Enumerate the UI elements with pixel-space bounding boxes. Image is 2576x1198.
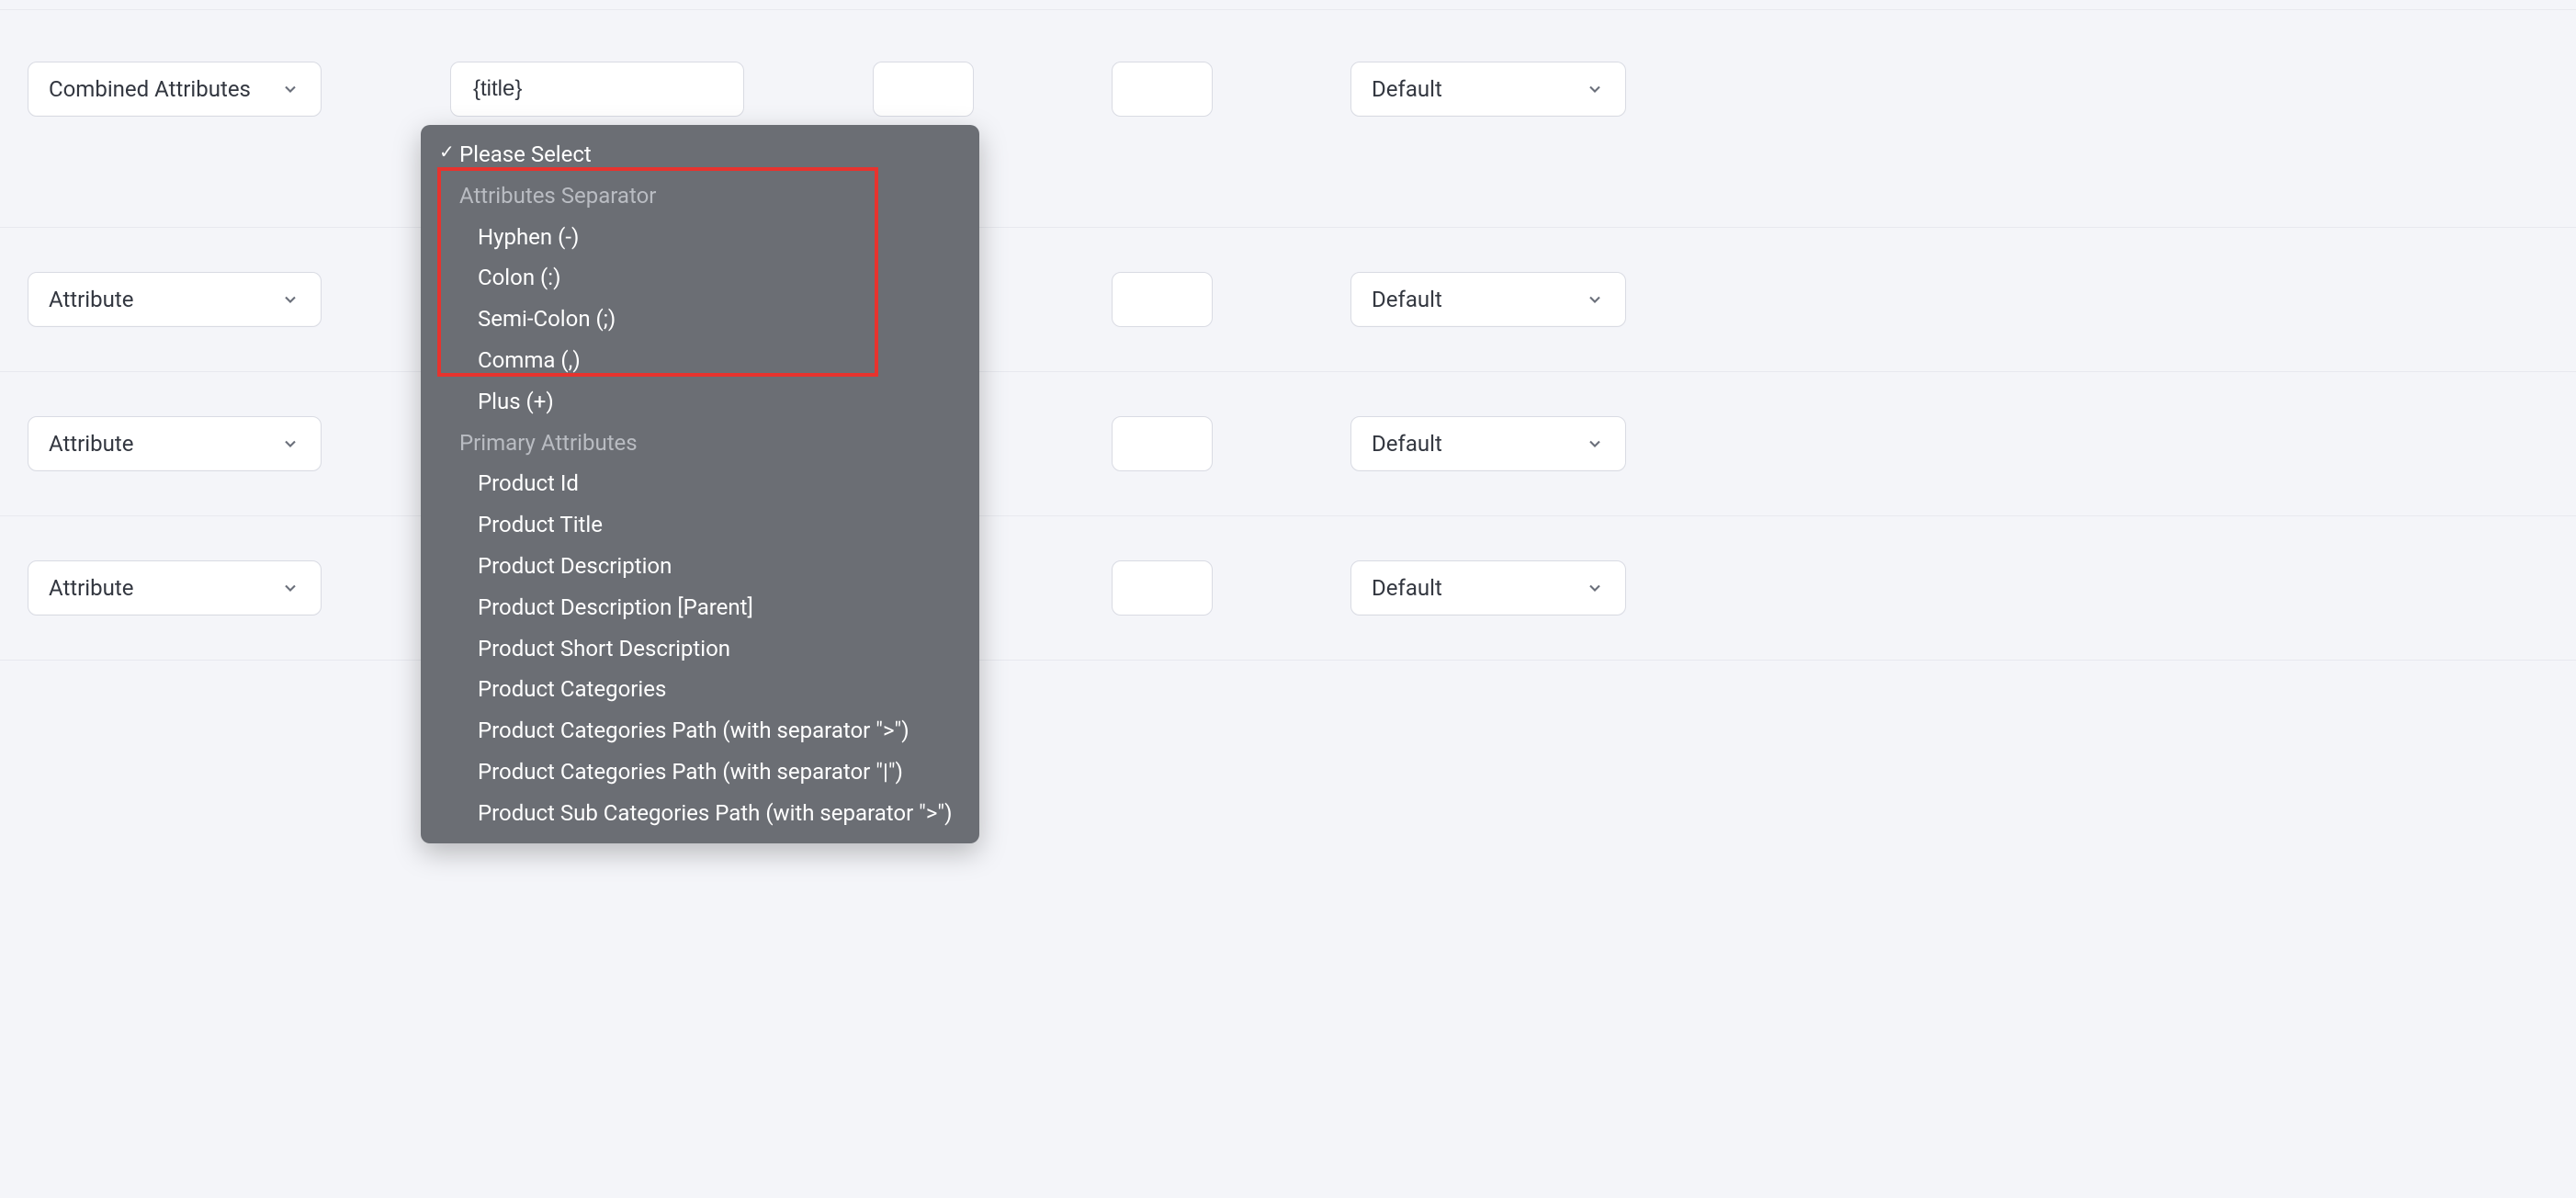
- dropdown-option-product-id[interactable]: Product Id: [421, 463, 979, 504]
- attribute-select-label: Attribute: [49, 287, 133, 312]
- output-type-select-row2[interactable]: Default: [1350, 272, 1626, 327]
- chevron-down-icon: [1585, 578, 1605, 598]
- value-input-row1[interactable]: [450, 62, 744, 117]
- mapping-row-1: Combined Attributes Default: [0, 10, 2576, 228]
- dropdown-option-hyphen[interactable]: Hyphen (-): [421, 217, 979, 258]
- dropdown-option-semicolon[interactable]: Semi-Colon (;): [421, 299, 979, 340]
- dropdown-group-attributes-separator: Attributes Separator: [421, 175, 979, 217]
- attribute-select-label: Attribute: [49, 431, 133, 457]
- dropdown-option-product-short-description[interactable]: Product Short Description: [421, 628, 979, 670]
- output-type-label: Default: [1372, 431, 1442, 457]
- dropdown-option-product-title[interactable]: Product Title: [421, 504, 979, 546]
- dropdown-option-product-sub-categories-path-gt[interactable]: Product Sub Categories Path (with separa…: [421, 793, 979, 834]
- chevron-down-icon: [1585, 434, 1605, 454]
- dropdown-option-please-select[interactable]: Please Select: [421, 134, 979, 175]
- dropdown-option-product-categories-path-pipe[interactable]: Product Categories Path (with separator …: [421, 752, 979, 793]
- dropdown-option-colon[interactable]: Colon (:): [421, 257, 979, 299]
- dropdown-option-product-description-parent[interactable]: Product Description [Parent]: [421, 587, 979, 628]
- attribute-select-row3[interactable]: Attribute: [28, 416, 322, 471]
- value-input-field[interactable]: [471, 75, 723, 103]
- chevron-down-icon: [1585, 289, 1605, 310]
- suffix-input-row1[interactable]: [1112, 62, 1213, 117]
- suffix-input-row2[interactable]: [1112, 272, 1213, 327]
- dropdown-option-plus[interactable]: Plus (+): [421, 381, 979, 423]
- attribute-select-row4[interactable]: Attribute: [28, 560, 322, 616]
- mapping-row-2: Attribute Default: [0, 228, 2576, 372]
- prefix-input-row1[interactable]: [873, 62, 974, 117]
- attribute-select-label: Attribute: [49, 575, 133, 601]
- suffix-input-row3[interactable]: [1112, 416, 1213, 471]
- output-type-label: Default: [1372, 575, 1442, 601]
- chevron-down-icon: [280, 289, 300, 310]
- attribute-select-label: Combined Attributes: [49, 76, 251, 102]
- dropdown-option-product-description[interactable]: Product Description: [421, 546, 979, 587]
- dropdown-selected-text: Please Select: [459, 141, 592, 167]
- chevron-down-icon: [1585, 79, 1605, 99]
- attribute-select-row2[interactable]: Attribute: [28, 272, 322, 327]
- dropdown-option-comma[interactable]: Comma (,): [421, 340, 979, 381]
- chevron-down-icon: [280, 434, 300, 454]
- suffix-input-row4[interactable]: [1112, 560, 1213, 616]
- output-type-select-row4[interactable]: Default: [1350, 560, 1626, 616]
- attribute-select-row1[interactable]: Combined Attributes: [28, 62, 322, 117]
- mapping-row-4: Attribute Default: [0, 516, 2576, 661]
- dropdown-group-primary-attributes: Primary Attributes: [421, 423, 979, 464]
- output-type-select-row1[interactable]: Default: [1350, 62, 1626, 117]
- attribute-dropdown-panel[interactable]: Please Select Attributes Separator Hyphe…: [421, 125, 979, 843]
- dropdown-option-product-categories-path-gt[interactable]: Product Categories Path (with separator …: [421, 710, 979, 752]
- chevron-down-icon: [280, 578, 300, 598]
- dropdown-option-product-categories[interactable]: Product Categories: [421, 669, 979, 710]
- output-type-select-row3[interactable]: Default: [1350, 416, 1626, 471]
- chevron-down-icon: [280, 79, 300, 99]
- mapping-row-3: Attribute Default: [0, 372, 2576, 516]
- output-type-label: Default: [1372, 76, 1442, 102]
- output-type-label: Default: [1372, 287, 1442, 312]
